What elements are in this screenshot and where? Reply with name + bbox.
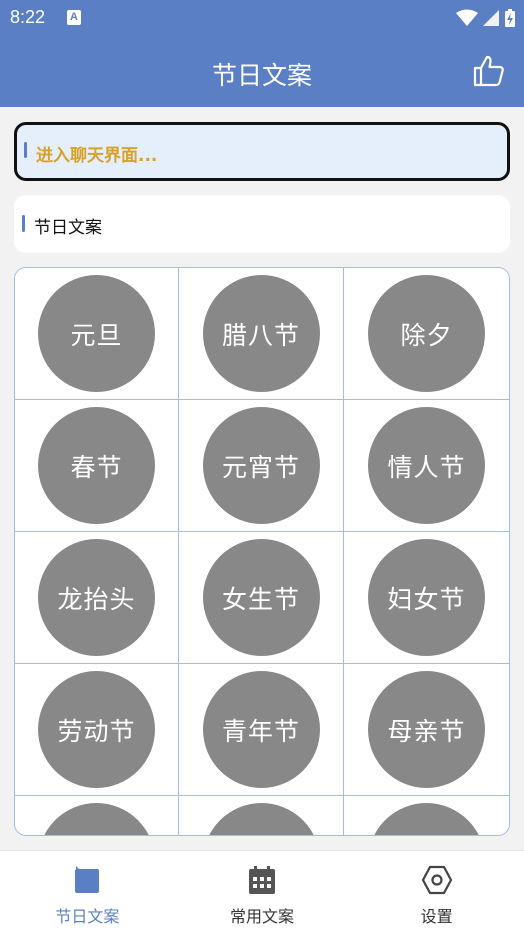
page-title: 节日文案 [211, 61, 312, 90]
grid-cell[interactable] [344, 796, 509, 835]
festival-button[interactable]: 情人节 [368, 407, 485, 524]
nav-item-festival[interactable]: 节日文案 [0, 851, 175, 931]
grid-cell[interactable]: 母亲节 [344, 664, 509, 796]
status-time: 8:22 [10, 7, 46, 27]
festival-button[interactable]: 春节 [38, 407, 155, 524]
app-bar: 节日文案 [0, 36, 524, 107]
festival-button[interactable] [368, 803, 485, 835]
festival-button[interactable]: 元宵节 [202, 407, 320, 524]
nav-item-common[interactable]: 常用文案 [175, 851, 350, 931]
nav-label: 常用文案 [230, 907, 295, 926]
grid-cell[interactable]: 劳动节 [15, 664, 179, 796]
festival-card-icon [71, 864, 103, 896]
wifi-icon [456, 9, 478, 26]
grid-cell[interactable]: 除夕 [344, 268, 509, 400]
festival-button[interactable]: 妇女节 [368, 539, 485, 656]
grid-cell[interactable]: 元宵节 [179, 400, 344, 532]
festival-button[interactable] [38, 803, 155, 835]
calendar-icon [246, 864, 278, 896]
grid-cell[interactable]: 妇女节 [344, 532, 509, 664]
festival-button[interactable]: 女生节 [202, 539, 320, 656]
status-bar: 8:22 A [0, 0, 524, 36]
section-header: 节日文案 [14, 195, 510, 253]
festival-button[interactable] [202, 803, 320, 835]
chat-entry-button[interactable]: 进入聊天界面... [14, 122, 510, 181]
grid-cell[interactable]: 龙抬头 [15, 532, 179, 664]
notification-icon: A [67, 10, 81, 25]
festival-button[interactable]: 腊八节 [202, 275, 320, 392]
thumbs-up-icon [473, 55, 504, 87]
festival-grid[interactable]: 元旦 腊八节 除夕 春节 元宵节 情人节 龙抬头 女生节 妇女节 劳动节 青年节… [14, 267, 510, 836]
nav-label: 设置 [420, 907, 453, 926]
grid-cell[interactable] [15, 796, 179, 835]
signal-icon [483, 10, 499, 26]
festival-button[interactable]: 元旦 [38, 275, 155, 392]
grid-cell[interactable]: 女生节 [179, 532, 344, 664]
nav-label: 节日文案 [55, 907, 120, 926]
grid-cell[interactable]: 春节 [15, 400, 179, 532]
grid-cell[interactable]: 情人节 [344, 400, 509, 532]
like-button[interactable] [472, 54, 506, 88]
grid-cell[interactable] [179, 796, 344, 835]
grid-cell[interactable]: 腊八节 [179, 268, 344, 400]
bottom-nav: 节日文案 常用文案 设置 [0, 850, 524, 931]
status-icons [456, 8, 516, 28]
festival-button[interactable]: 龙抬头 [38, 539, 155, 656]
festival-button[interactable]: 青年节 [202, 671, 320, 788]
grid-cell[interactable]: 元旦 [15, 268, 179, 400]
chat-entry-label: 进入聊天界面... [36, 146, 158, 166]
grid-cell[interactable]: 青年节 [179, 664, 344, 796]
nav-item-settings[interactable]: 设置 [349, 851, 524, 931]
accent-bar [24, 142, 27, 158]
section-title: 节日文案 [34, 218, 102, 238]
battery-icon [505, 9, 515, 27]
festival-button[interactable]: 劳动节 [38, 671, 155, 788]
festival-button[interactable]: 除夕 [368, 275, 485, 392]
festival-button[interactable]: 母亲节 [368, 671, 485, 788]
accent-bar [22, 215, 25, 232]
hex-gear-icon [421, 864, 453, 896]
